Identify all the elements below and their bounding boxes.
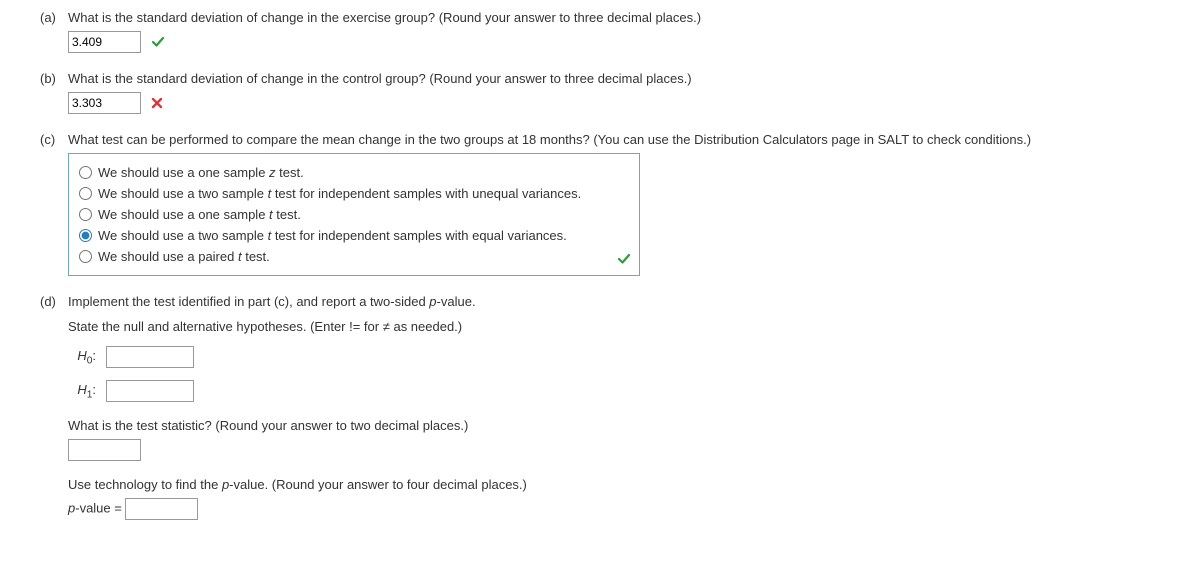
part-c: (c) What test can be performed to compar… xyxy=(40,132,1200,276)
radio-option-1[interactable] xyxy=(79,166,92,179)
radio-option-4[interactable] xyxy=(79,229,92,242)
part-a-label: (a) xyxy=(40,10,68,25)
choice-row: We should use a one sample z test. xyxy=(79,162,629,183)
choice-row: We should use a two sample t test for in… xyxy=(79,225,629,246)
part-c-question: What test can be performed to compare th… xyxy=(68,132,1200,147)
pvalue-label: p-value = xyxy=(68,500,125,515)
pvalue-question: Use technology to find the p-value. (Rou… xyxy=(68,477,1200,492)
part-b: (b) What is the standard deviation of ch… xyxy=(40,71,1200,114)
pvalue-block: Use technology to find the p-value. (Rou… xyxy=(68,477,1200,520)
h1-row: H1: xyxy=(68,380,1200,402)
choice-text: We should use a paired t test. xyxy=(98,249,270,264)
pvalue-input[interactable] xyxy=(125,498,198,520)
radio-option-3[interactable] xyxy=(79,208,92,221)
choice-text: We should use a two sample t test for in… xyxy=(98,186,581,201)
check-icon xyxy=(617,252,631,269)
part-b-label: (b) xyxy=(40,71,68,86)
test-stat-block: What is the test statistic? (Round your … xyxy=(68,418,1200,461)
choice-text: We should use a one sample t test. xyxy=(98,207,301,222)
part-a: (a) What is the standard deviation of ch… xyxy=(40,10,1200,53)
h1-input[interactable] xyxy=(106,380,194,402)
h0-row: H0: xyxy=(68,346,1200,368)
choice-row: We should use a two sample t test for in… xyxy=(79,183,629,204)
h0-input[interactable] xyxy=(106,346,194,368)
test-stat-input[interactable] xyxy=(68,439,141,461)
radio-option-5[interactable] xyxy=(79,250,92,263)
part-a-input[interactable] xyxy=(68,31,141,53)
part-d-label: (d) xyxy=(40,294,68,309)
choice-row: We should use a paired t test. xyxy=(79,246,629,267)
check-icon xyxy=(151,35,165,49)
part-c-label: (c) xyxy=(40,132,68,147)
part-a-question: What is the standard deviation of change… xyxy=(68,10,1200,25)
cross-icon xyxy=(151,97,163,109)
part-d-line2: State the null and alternative hypothese… xyxy=(68,319,1200,334)
choice-box: We should use a one sample z test. We sh… xyxy=(68,153,640,276)
choice-row: We should use a one sample t test. xyxy=(79,204,629,225)
part-b-input[interactable] xyxy=(68,92,141,114)
h0-label: H0: xyxy=(68,348,96,367)
part-b-question: What is the standard deviation of change… xyxy=(68,71,1200,86)
radio-option-2[interactable] xyxy=(79,187,92,200)
part-d: (d) Implement the test identified in par… xyxy=(40,294,1200,520)
h1-label: H1: xyxy=(68,382,96,401)
test-stat-question: What is the test statistic? (Round your … xyxy=(68,418,1200,433)
part-d-line1: Implement the test identified in part (c… xyxy=(68,294,1200,309)
choice-text: We should use a two sample t test for in… xyxy=(98,228,567,243)
choice-text: We should use a one sample z test. xyxy=(98,165,304,180)
